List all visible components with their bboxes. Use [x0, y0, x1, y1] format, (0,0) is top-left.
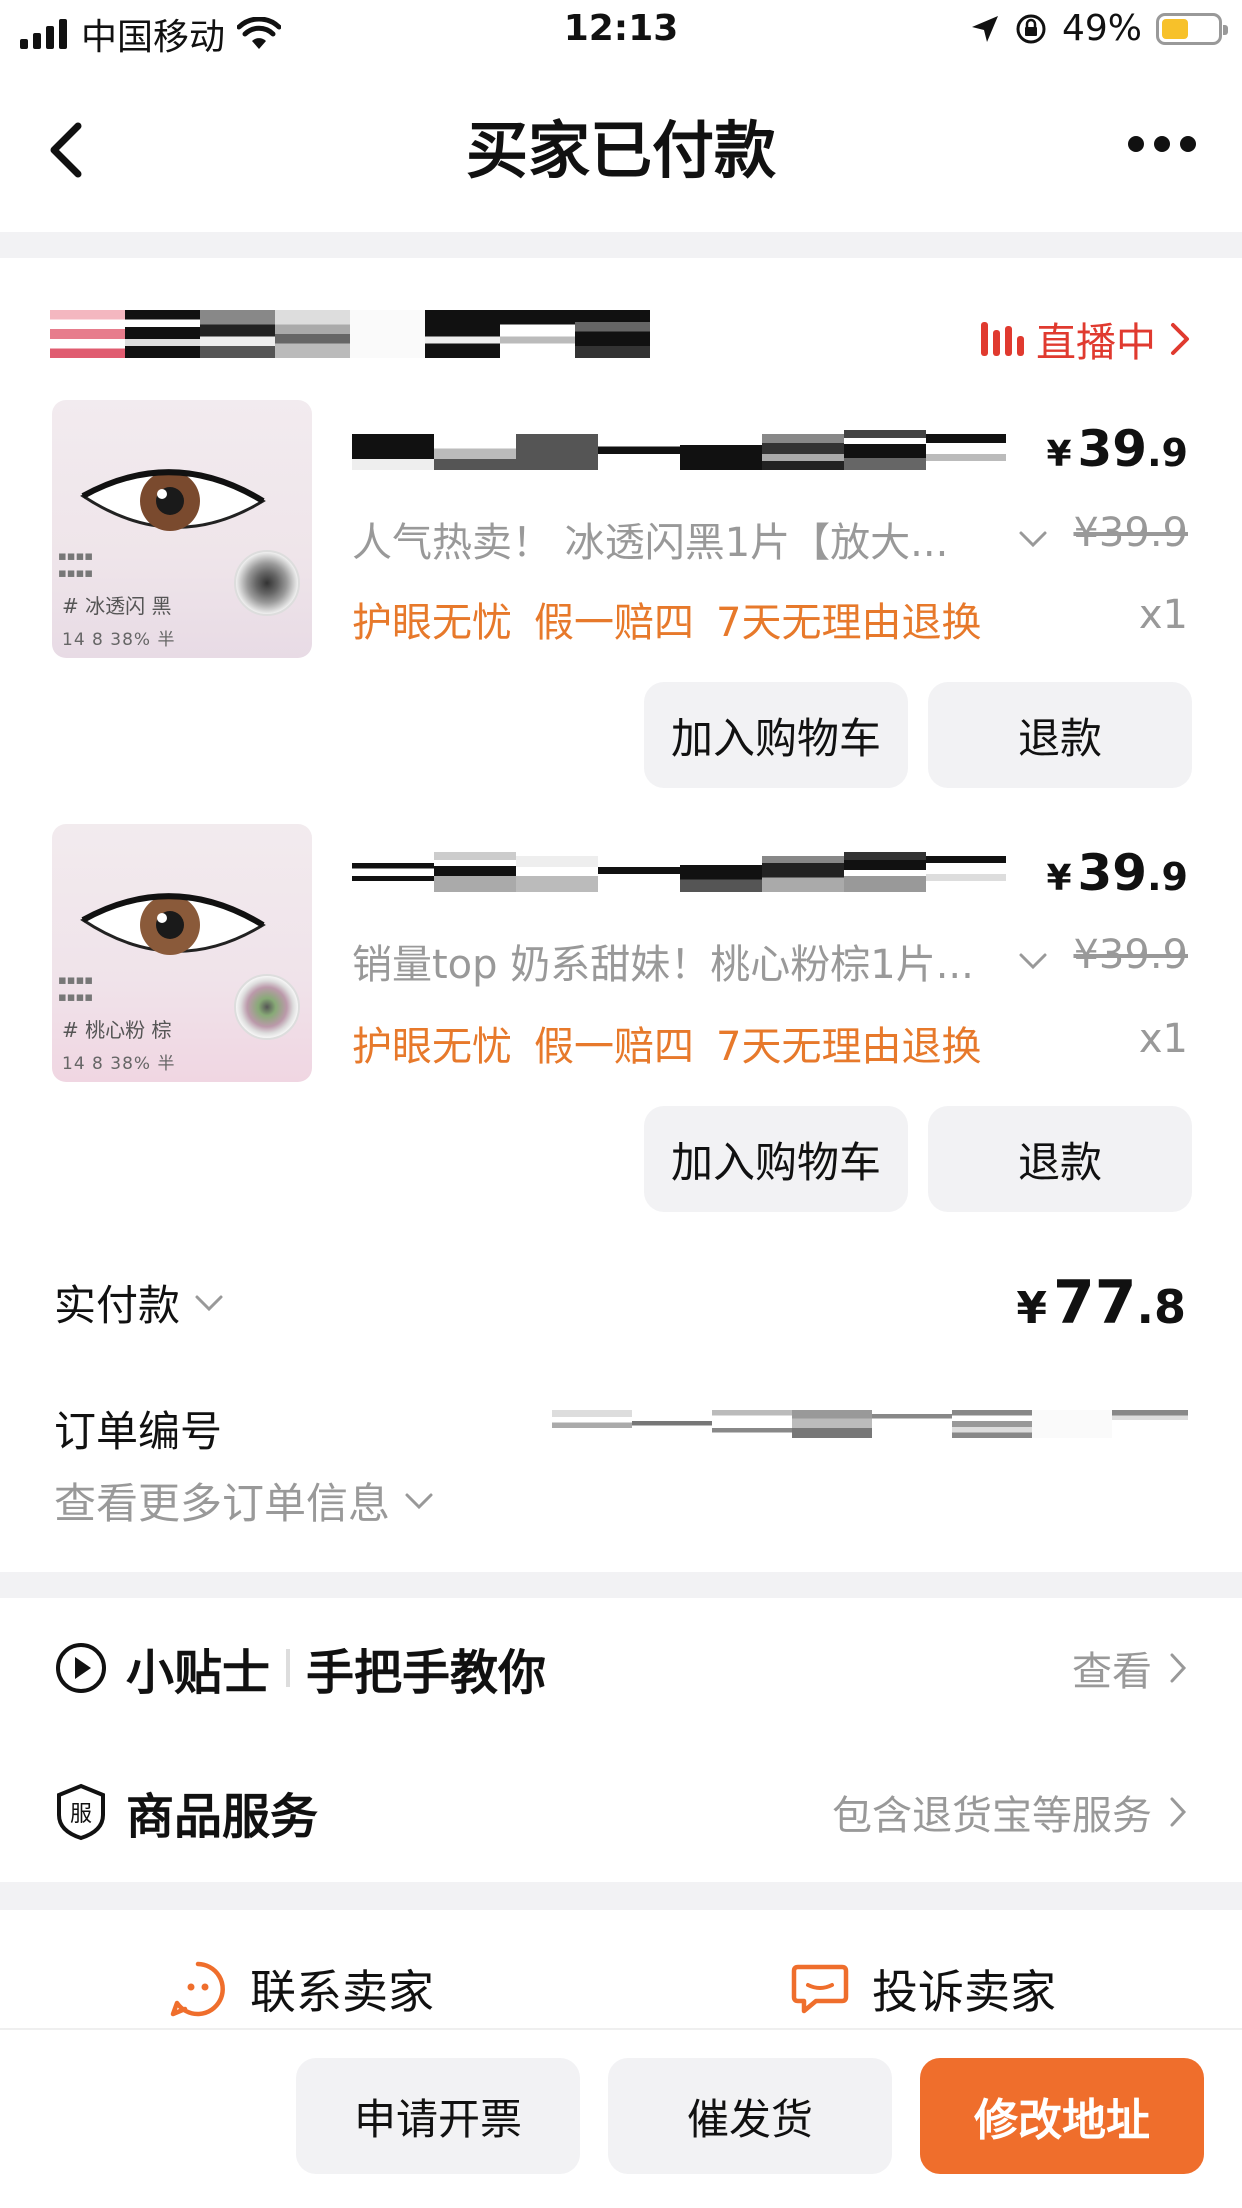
contact-seller-label: 联系卖家 — [250, 1965, 434, 2019]
product-price: ¥39.9 — [1046, 844, 1188, 902]
image-side-tag: ▪▪▪▪ ▪▪▪▪ — [58, 973, 94, 1005]
payment-label: 实付款 — [54, 1281, 181, 1330]
image-stats: 14 8 38% 半 — [62, 1054, 176, 1074]
tag-item: 7天无理由退换 — [716, 600, 982, 646]
more-order-info[interactable]: 查看更多订单信息 — [54, 1470, 434, 1531]
tips-view-link[interactable]: 查看 — [1072, 1639, 1188, 1697]
service-shield-icon: 服 — [57, 1783, 105, 1841]
chevron-down-icon[interactable] — [1018, 524, 1048, 554]
product-price: ¥39.9 — [1046, 420, 1188, 478]
eye-illustration — [80, 893, 266, 955]
tag-item: 假一赔四 — [534, 1024, 694, 1070]
contact-seller-button[interactable]: 联系卖家 — [168, 1956, 434, 2022]
section-divider — [0, 232, 1242, 258]
chevron-down-icon[interactable] — [1018, 946, 1048, 976]
shop-header[interactable]: 直播中 — [50, 310, 1192, 366]
payment-total: ¥77.8 — [1016, 1268, 1186, 1338]
chevron-down-icon — [405, 1493, 433, 1509]
section-divider — [0, 1572, 1242, 1598]
tag-item: 7天无理由退换 — [716, 1024, 982, 1070]
complain-seller-button[interactable]: 投诉卖家 — [790, 1956, 1056, 2022]
product-quantity: x1 — [1138, 1016, 1188, 1062]
tips-row[interactable]: 小贴士 手把手教你 查看 — [54, 1636, 1188, 1701]
play-circle-icon — [56, 1643, 106, 1693]
product-title-redacted — [352, 852, 1006, 896]
status-bar: 中国移动 12:13 49% — [0, 0, 1242, 62]
service-title: 商品服务 — [126, 1789, 319, 1845]
tips-separator — [286, 1649, 291, 1687]
product-sku[interactable]: 人气热卖！ 冰透闪黑1片【放大... — [352, 510, 1012, 568]
section-divider — [0, 1882, 1242, 1910]
more-icon[interactable] — [1128, 136, 1196, 152]
live-bars-icon — [981, 322, 1024, 356]
original-price: ¥39.9 — [1073, 932, 1188, 978]
product-title-redacted — [352, 430, 1006, 474]
request-invoice-button[interactable]: 申请开票 — [296, 2058, 580, 2174]
urge-shipment-button[interactable]: 催发货 — [608, 2058, 892, 2174]
shop-name-redacted — [50, 310, 650, 358]
status-right: 49% — [970, 8, 1228, 49]
live-badge[interactable]: 直播中 — [981, 310, 1192, 368]
original-price: ¥39.9 — [1073, 510, 1188, 556]
battery-percent: 49% — [1061, 8, 1142, 49]
more-order-info-label: 查看更多订单信息 — [54, 1479, 391, 1528]
eye-illustration — [80, 469, 266, 531]
tag-item: 假一赔四 — [534, 600, 694, 646]
complain-seller-label: 投诉卖家 — [872, 1965, 1056, 2019]
chevron-right-icon — [1170, 1797, 1187, 1827]
add-to-cart-button[interactable]: 加入购物车 — [644, 1106, 908, 1212]
complaint-icon — [791, 1964, 849, 2014]
order-number-label: 订单编号 — [54, 1407, 223, 1456]
image-label: # 冰透闪 黑 — [62, 594, 172, 618]
refund-button[interactable]: 退款 — [928, 682, 1192, 788]
image-stats: 14 8 38% 半 — [62, 630, 176, 650]
chevron-right-icon — [1170, 1653, 1187, 1683]
product-image[interactable]: ▪▪▪▪ ▪▪▪▪ # 冰透闪 黑 14 8 38% 半 — [52, 400, 312, 658]
tips-subtitle: 手把手教你 — [306, 1645, 547, 1701]
nav-bar: 买家已付款 — [0, 62, 1242, 232]
rotation-lock-icon — [1016, 14, 1046, 43]
tag-item: 护眼无忧 — [352, 600, 512, 646]
product-item[interactable]: ▪▪▪▪ ▪▪▪▪ # 桃心粉 棕 14 8 38% 半 ¥39.9 销量top … — [0, 824, 1242, 1224]
add-to-cart-button[interactable]: 加入购物车 — [644, 682, 908, 788]
service-row[interactable]: 服 商品服务 包含退货宝等服务 — [54, 1780, 1188, 1845]
live-label: 直播中 — [1036, 320, 1156, 366]
battery-icon — [1156, 12, 1228, 45]
lens-image — [234, 550, 300, 616]
payment-toggle[interactable]: 实付款 — [54, 1272, 224, 1333]
chevron-down-icon — [195, 1295, 223, 1311]
svg-text:服: 服 — [70, 1802, 92, 1827]
product-image[interactable]: ▪▪▪▪ ▪▪▪▪ # 桃心粉 棕 14 8 38% 半 — [52, 824, 312, 1082]
lens-image — [234, 974, 300, 1040]
product-sku[interactable]: 销量top 奶系甜妹！桃心粉棕1片... — [352, 932, 1012, 990]
service-link[interactable]: 包含退货宝等服务 — [832, 1783, 1188, 1841]
modify-address-button[interactable]: 修改地址 — [920, 2058, 1204, 2174]
bottom-action-bar: 申请开票 催发货 修改地址 — [0, 2028, 1242, 2208]
image-label: # 桃心粉 棕 — [62, 1018, 172, 1042]
tips-title: 小贴士 — [126, 1645, 271, 1701]
product-item[interactable]: ▪▪▪▪ ▪▪▪▪ # 冰透闪 黑 14 8 38% 半 ¥39.9 人气热卖！ … — [0, 400, 1242, 800]
image-side-tag: ▪▪▪▪ ▪▪▪▪ — [58, 549, 94, 581]
refund-button[interactable]: 退款 — [928, 1106, 1192, 1212]
tag-item: 护眼无忧 — [352, 1024, 512, 1070]
product-quantity: x1 — [1138, 592, 1188, 638]
page-title: 买家已付款 — [465, 114, 776, 187]
chevron-right-icon — [1171, 323, 1189, 355]
service-tags: 护眼无忧 假一赔四 7天无理由退换 — [352, 590, 1003, 648]
location-arrow-icon — [971, 15, 998, 42]
battery-fill — [1162, 18, 1189, 39]
chat-face-icon — [170, 1961, 225, 2017]
order-number-redacted — [552, 1406, 1188, 1442]
service-tags: 护眼无忧 假一赔四 7天无理由退换 — [352, 1014, 1003, 1072]
